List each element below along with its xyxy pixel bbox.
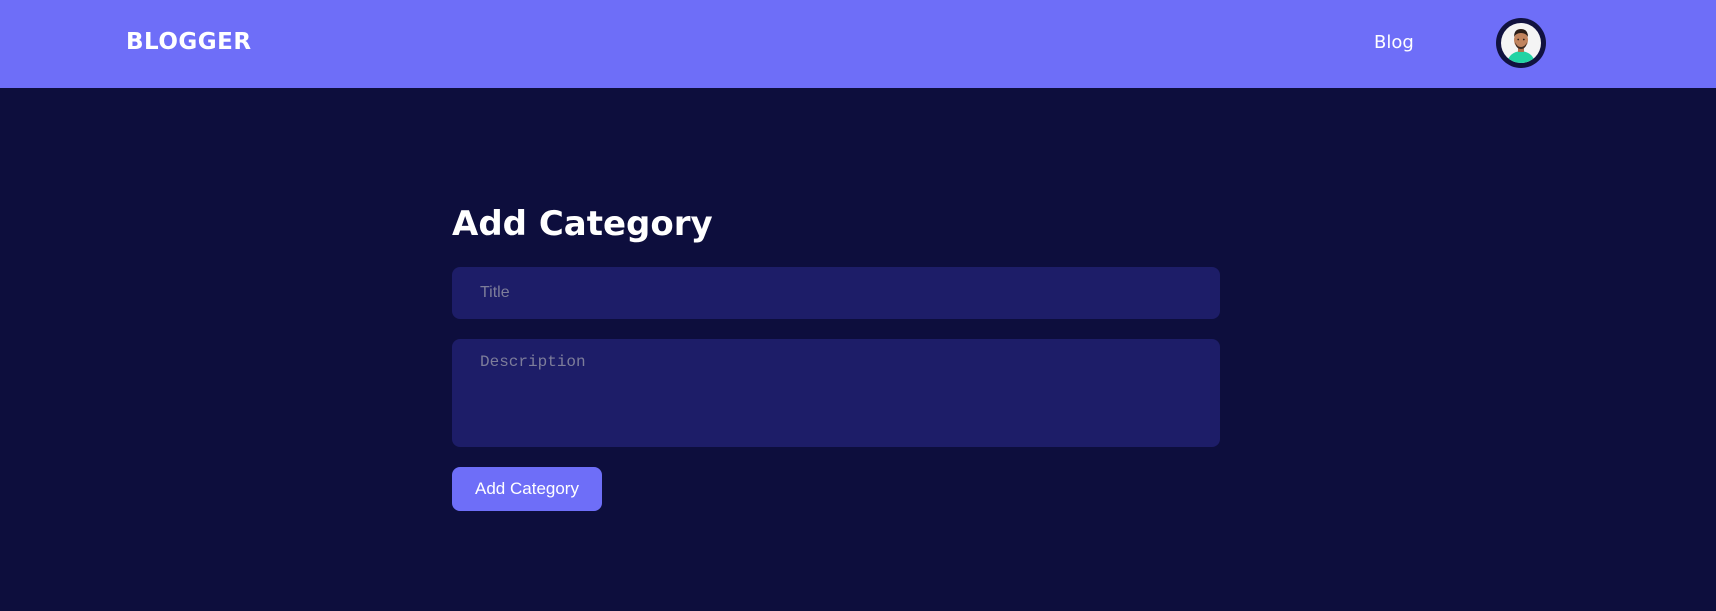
- brand-logo[interactable]: BLOGGER: [126, 29, 252, 55]
- user-avatar[interactable]: [1496, 18, 1546, 68]
- add-category-button[interactable]: Add Category: [452, 467, 602, 511]
- top-navbar: BLOGGER Blog: [0, 0, 1716, 88]
- add-category-form: Add Category Add Category: [452, 200, 1220, 511]
- nav-link-blog[interactable]: Blog: [1374, 32, 1414, 53]
- title-input[interactable]: [452, 267, 1220, 319]
- page-title: Add Category: [452, 204, 713, 244]
- description-input[interactable]: [452, 339, 1220, 447]
- user-avatar-icon: [1501, 23, 1541, 63]
